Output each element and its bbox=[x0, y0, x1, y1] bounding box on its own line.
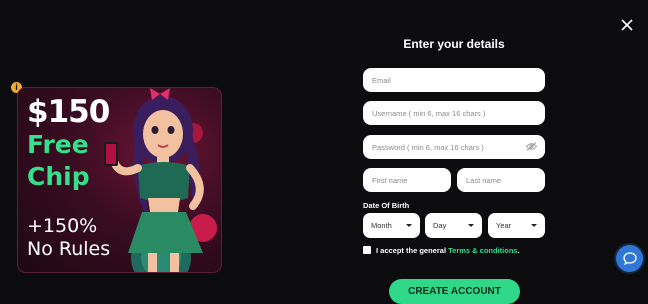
email-placeholder: Email bbox=[372, 75, 391, 85]
form-title: Enter your details bbox=[403, 37, 505, 51]
terms-checkbox[interactable] bbox=[363, 246, 371, 254]
last-name-placeholder: Last name bbox=[466, 175, 502, 185]
username-placeholder: Username ( min 6, max 16 chars ) bbox=[372, 108, 486, 118]
chevron-down-icon bbox=[406, 224, 412, 227]
first-name-placeholder: First name bbox=[372, 175, 408, 185]
accept-text: I accept the general bbox=[376, 246, 447, 255]
year-select-value: Year bbox=[496, 221, 512, 230]
chevron-down-icon bbox=[468, 224, 474, 227]
eye-off-icon[interactable] bbox=[526, 142, 537, 151]
year-select[interactable]: Year bbox=[488, 213, 545, 238]
username-field[interactable]: Username ( min 6, max 16 chars ) bbox=[363, 101, 545, 125]
close-icon bbox=[621, 19, 633, 31]
chat-bubble-icon bbox=[622, 252, 637, 265]
dob-label: Date Of Birth bbox=[363, 201, 410, 210]
create-account-button[interactable]: CREATE ACCOUNT bbox=[389, 279, 520, 304]
accept-suffix: . bbox=[517, 246, 520, 255]
first-name-field[interactable]: First name bbox=[363, 168, 451, 192]
password-placeholder: Password ( min 6, max 16 chars ) bbox=[372, 142, 484, 152]
month-select-value: Month bbox=[371, 221, 392, 230]
promo-free-text: Free bbox=[27, 130, 89, 159]
promo-rules-text: No Rules bbox=[27, 238, 111, 260]
chat-button[interactable] bbox=[616, 245, 643, 272]
day-select-value: Day bbox=[433, 221, 447, 230]
password-field[interactable]: Password ( min 6, max 16 chars ) bbox=[363, 135, 545, 159]
promo-banner: $150 Free Chip +150% No Rules bbox=[17, 87, 222, 273]
month-select[interactable]: Month bbox=[363, 213, 420, 238]
terms-accept-label: I accept the general Terms & conditions. bbox=[376, 246, 520, 255]
close-button[interactable] bbox=[616, 14, 638, 36]
terms-link[interactable]: Terms & conditions bbox=[448, 246, 517, 255]
promo-bonus-text: +150% bbox=[27, 215, 98, 237]
last-name-field[interactable]: Last name bbox=[457, 168, 545, 192]
email-field[interactable]: Email bbox=[363, 68, 545, 92]
day-select[interactable]: Day bbox=[425, 213, 482, 238]
promo-chip-text: Chip bbox=[27, 162, 90, 191]
promo-amount: $150 bbox=[27, 94, 110, 130]
chevron-down-icon bbox=[531, 224, 537, 227]
